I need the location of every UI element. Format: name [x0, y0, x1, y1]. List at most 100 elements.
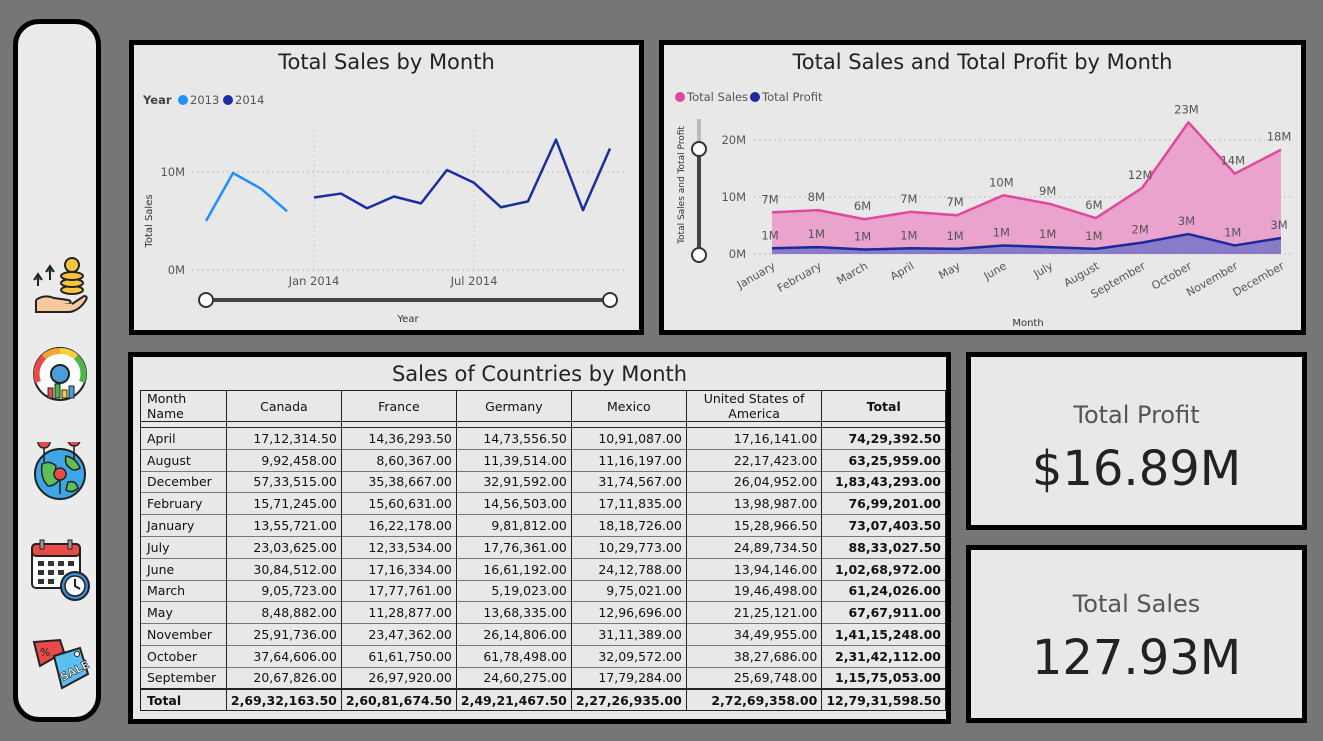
- profit-data-label: 2M: [1132, 223, 1149, 237]
- y-slider-top-handle[interactable]: [691, 141, 707, 157]
- sale-tag-icon[interactable]: % SALE: [30, 636, 90, 696]
- legend-title: Year: [142, 93, 172, 107]
- usa-cell: 24,89,734.50: [685, 535, 823, 559]
- row-total-cell: 1,02,68,972.00: [821, 557, 946, 581]
- month-name-cell: September: [140, 666, 227, 690]
- month-name-cell: April: [140, 427, 227, 450]
- germany-cell: 24,60,275.00: [455, 666, 572, 690]
- row-total-cell: 1,15,75,053.00: [821, 666, 946, 690]
- profit-data-label: 1M: [1224, 225, 1241, 239]
- table-row[interactable]: April 17,12,314.50 14,36,293.50 14,73,556.5…: [140, 427, 946, 450]
- sales-data-label: 7M: [946, 195, 963, 209]
- canada-cell: 8,48,882.00: [225, 601, 342, 624]
- table-row[interactable]: May 8,48,882.00 11,28,877.00 13,68,335.00 12…: [140, 601, 946, 624]
- table-row[interactable]: July 23,03,625.00 12,33,534.00 17,76,361.00…: [140, 535, 946, 559]
- canada-cell: 17,12,314.50: [225, 427, 342, 450]
- table-row[interactable]: September 20,67,826.00 26,97,920.00 24,60,2…: [140, 666, 946, 690]
- header-month-name[interactable]: Month Name: [140, 390, 227, 422]
- table-row[interactable]: October 37,64,606.00 61,61,750.00 61,78,498…: [140, 644, 946, 668]
- france-cell: 17,77,761.00: [340, 579, 457, 602]
- header-usa[interactable]: United States of America: [685, 390, 823, 422]
- germany-cell: 14,73,556.50: [455, 427, 572, 450]
- france-cell: 12,33,534.00: [340, 535, 457, 559]
- range-slider-start-handle[interactable]: [198, 292, 214, 308]
- sales-data-label: 9M: [1039, 184, 1056, 198]
- range-slider-end-handle[interactable]: [602, 292, 618, 308]
- profit-data-label: 1M: [900, 228, 917, 242]
- grand-total-cell: 2,72,69,358.00: [685, 688, 823, 712]
- canada-cell: 37,64,606.00: [225, 644, 342, 668]
- mexico-cell: 32,09,572.00: [570, 644, 687, 668]
- money-growth-icon[interactable]: [30, 256, 90, 316]
- y-tick-label: 0M: [729, 247, 746, 261]
- france-cell: 11,28,877.00: [340, 601, 457, 624]
- globe-map-icon[interactable]: [30, 442, 90, 502]
- total-profit-label: Total Profit: [1073, 401, 1200, 429]
- row-total-cell: 63,25,959.00: [821, 448, 946, 472]
- table-row[interactable]: January 13,55,721.00 16,22,178.00 9,81,812.…: [140, 514, 946, 537]
- table-title: Sales of Countries by Month: [391, 362, 688, 386]
- legend-2013-label: 2013: [190, 93, 219, 107]
- germany-cell: 5,19,023.00: [455, 579, 572, 602]
- france-cell: 16,22,178.00: [340, 514, 457, 537]
- header-mexico[interactable]: Mexico: [570, 390, 687, 422]
- canada-cell: 25,91,736.00: [225, 623, 342, 646]
- germany-cell: 61,78,498.00: [455, 644, 572, 668]
- sales-line-chart: Year 2013 2014 Total Sales 0M 10M Jan 2014 Jul …: [142, 93, 624, 325]
- usa-cell: 21,25,121.00: [685, 601, 823, 624]
- legend-profit-label: Total Profit: [761, 90, 823, 104]
- table-row[interactable]: December 57,33,515.00 35,38,667.00 32,91,59…: [140, 470, 946, 493]
- x-tick-label: February: [775, 259, 824, 295]
- table-row[interactable]: March 9,05,723.00 17,77,761.00 5,19,023.00 9…: [140, 579, 946, 602]
- header-canada[interactable]: Canada: [225, 390, 342, 422]
- grand-total-cell: 12,79,31,598.50: [821, 688, 946, 712]
- y-slider-bottom-handle[interactable]: [691, 247, 707, 263]
- mexico-cell: 17,11,835.00: [570, 492, 687, 515]
- header-total[interactable]: Total: [821, 390, 946, 422]
- profit-data-label: 1M: [1039, 227, 1056, 241]
- x-tick-label: December: [1231, 259, 1287, 299]
- table-row[interactable]: November 25,91,736.00 23,47,362.00 26,14,80…: [140, 623, 946, 646]
- series-2013-line: [204, 171, 288, 222]
- month-name-cell: May: [140, 601, 227, 624]
- sales-data-label: 12M: [1128, 168, 1153, 182]
- row-total-cell: 88,33,027.50: [821, 535, 946, 559]
- mexico-cell: 10,29,773.00: [570, 535, 687, 559]
- row-total-cell: 2,31,42,112.00: [821, 644, 946, 668]
- sales-data-label: 10M: [989, 175, 1014, 189]
- table-row[interactable]: June 30,84,512.00 17,16,334.00 16,61,192.00…: [140, 557, 946, 581]
- countries-table-panel: Sales of Countries by Month Month Name C…: [128, 352, 951, 724]
- row-total-cell: 67,67,911.00: [821, 601, 946, 624]
- grand-total-cell: 2,69,32,163.50: [225, 688, 342, 712]
- table-row[interactable]: August 9,92,458.00 8,60,367.00 11,39,514.00…: [140, 448, 946, 472]
- total-profit-card: Total Profit $16.89M: [966, 352, 1307, 530]
- header-germany[interactable]: Germany: [455, 390, 572, 422]
- france-cell: 26,97,920.00: [340, 666, 457, 690]
- sales-data-label: 7M: [900, 192, 917, 206]
- calendar-clock-icon[interactable]: [30, 538, 90, 602]
- sales-by-country-table: Month Name Canada France Germany Mexico …: [140, 390, 946, 712]
- sales-profit-panel: Total Sales and Total Profit by Month To…: [659, 40, 1306, 335]
- month-name-cell: October: [140, 644, 227, 668]
- sales-data-label: 18M: [1267, 130, 1292, 144]
- legend-sales-marker: [675, 92, 685, 102]
- y-axis-title: Total Sales: [144, 194, 155, 248]
- canada-cell: 57,33,515.00: [225, 470, 342, 493]
- france-cell: 8,60,367.00: [340, 448, 457, 472]
- grand-total-cell: 2,49,21,467.50: [455, 688, 572, 712]
- x-tick-label: April: [888, 259, 916, 283]
- table-row[interactable]: February 15,71,245.00 15,60,631.00 14,56,50…: [140, 492, 946, 515]
- france-cell: 23,47,362.00: [340, 623, 457, 646]
- total-profit-value: $16.89M: [1031, 441, 1242, 497]
- canada-cell: 9,05,723.00: [225, 579, 342, 602]
- mexico-cell: 31,11,389.00: [570, 623, 687, 646]
- month-name-cell: February: [140, 492, 227, 515]
- legend-sales-label: Total Sales: [686, 90, 748, 104]
- x-tick-label: Jan 2014: [288, 274, 340, 288]
- france-cell: 14,36,293.50: [340, 427, 457, 450]
- dashboard-gauge-icon[interactable]: [30, 344, 90, 404]
- row-total-cell: 74,29,392.50: [821, 427, 946, 450]
- header-france[interactable]: France: [340, 390, 457, 422]
- sales-data-label: 8M: [808, 190, 825, 204]
- profit-data-label: 3M: [1178, 214, 1195, 228]
